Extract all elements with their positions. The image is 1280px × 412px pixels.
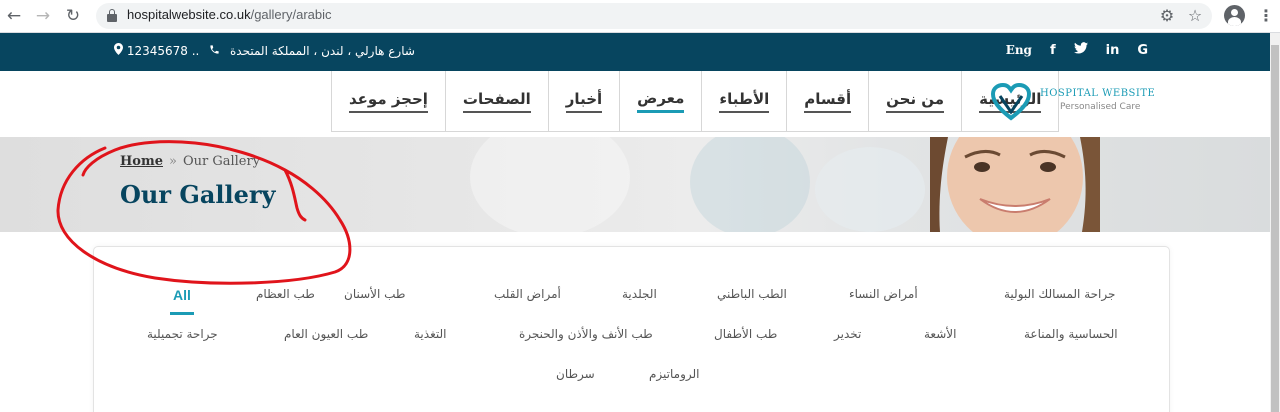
filter-tab[interactable]: سرطان	[556, 367, 595, 381]
lock-icon[interactable]	[107, 9, 117, 22]
filter-tab[interactable]: طب الأسنان	[344, 287, 405, 301]
address-text: شارع هارلي ، لندن ، المملكة المتحدة	[230, 44, 415, 58]
linkedin-icon[interactable]: in	[1106, 43, 1120, 58]
web-page: شارع هارلي ، لندن ، المملكة المتحدة 1234…	[0, 33, 1270, 412]
browser-menu-icon[interactable]: ⋮	[1255, 5, 1277, 27]
phone-number[interactable]: 12345678 ..	[127, 44, 200, 58]
menu-item-pages[interactable]: الصفحات	[444, 71, 548, 132]
contact-info: شارع هارلي ، لندن ، المملكة المتحدة 1234…	[108, 43, 415, 58]
menu-item-label: أقسام	[804, 90, 852, 113]
filter-tab[interactable]: طب الأنف والأذن والحنجرة	[519, 327, 653, 341]
filter-tab[interactable]: طب العظام	[256, 287, 315, 301]
menu-item-label: من نحن	[886, 90, 945, 113]
filter-tab[interactable]: أمراض القلب	[494, 287, 561, 301]
filter-tab[interactable]: طب العيون العام	[284, 327, 368, 341]
red-circle-annotation	[56, 140, 352, 285]
menu-item-departments[interactable]: أقسام	[786, 71, 869, 132]
topbar-right: Eng f in G	[1006, 42, 1148, 58]
menu-item-label: الصفحات	[462, 90, 531, 113]
language-switch[interactable]: Eng	[1006, 43, 1032, 57]
filter-tab[interactable]: جراحة المسالك البولية	[1004, 287, 1115, 301]
scrollbar-thumb[interactable]	[1271, 45, 1279, 412]
back-icon[interactable]: ←	[3, 5, 25, 27]
banner-photo-blur	[470, 137, 630, 232]
menu-item-label: إحجز موعد	[349, 90, 428, 113]
address-bar[interactable]: hospitalwebsite.co.uk/gallery/arabic ⚙ ☆	[96, 3, 1212, 29]
filter-tab[interactable]: الجلدية	[622, 287, 657, 301]
banner-photo-blur	[815, 147, 925, 232]
map-pin-icon	[114, 43, 123, 58]
banner-photo-blur	[690, 137, 810, 232]
menu-item-news[interactable]: أخبار	[547, 71, 620, 132]
logo-tagline: Personalised Care	[1060, 102, 1141, 112]
url-path: /gallery/arabic	[250, 7, 332, 22]
filter-tab[interactable]: الحساسية والمناعة	[1024, 327, 1118, 341]
doctor-portrait-image	[930, 137, 1100, 232]
facebook-icon[interactable]: f	[1050, 43, 1056, 58]
menu-item-label: أخبار	[565, 90, 603, 113]
filter-tab[interactable]: جراحة تجميلية	[147, 327, 218, 341]
heart-logo-icon	[990, 82, 1032, 121]
site-header: الرئيسية من نحن أقسام الأطباء معرض أخبار…	[0, 71, 1270, 137]
menu-item-gallery[interactable]: معرض	[619, 71, 702, 132]
menu-item-doctors[interactable]: الأطباء	[701, 71, 787, 132]
menu-item-about[interactable]: من نحن	[868, 71, 962, 132]
filter-tab[interactable]: طب الأطفال	[714, 327, 777, 341]
filter-tab[interactable]: التغذية	[414, 327, 446, 341]
url-host: hospitalwebsite.co.uk	[127, 7, 251, 22]
twitter-icon[interactable]	[1073, 42, 1088, 58]
reload-icon[interactable]: ↻	[62, 5, 84, 27]
google-icon[interactable]: G	[1137, 43, 1148, 58]
page-scrollbar[interactable]	[1270, 33, 1280, 412]
site-logo[interactable]: HOSPITAL WEBSITE Personalised Care	[990, 82, 1160, 126]
menu-item-book-appointment[interactable]: إحجز موعد	[331, 71, 445, 132]
top-info-bar: شارع هارلي ، لندن ، المملكة المتحدة 1234…	[0, 33, 1270, 71]
browser-toolbar: ← → ↻ hospitalwebsite.co.uk/gallery/arab…	[0, 0, 1280, 33]
forward-icon[interactable]: →	[32, 5, 54, 27]
url-text[interactable]: hospitalwebsite.co.uk/gallery/arabic	[127, 7, 332, 22]
menu-item-label: الأطباء	[719, 90, 770, 113]
profile-avatar-icon[interactable]	[1224, 5, 1245, 26]
bookmark-star-icon[interactable]: ☆	[1184, 5, 1206, 27]
logo-brand: HOSPITAL WEBSITE	[1040, 88, 1156, 99]
phone-icon	[205, 44, 220, 58]
main-menu: الرئيسية من نحن أقسام الأطباء معرض أخبار…	[331, 71, 1060, 132]
filter-tab-all[interactable]: All	[170, 287, 194, 315]
filter-tab[interactable]: الأشعة	[924, 327, 956, 341]
filter-tab[interactable]: الروماتيزم	[649, 367, 700, 381]
filter-tab[interactable]: تخدير	[834, 327, 861, 341]
filter-tab[interactable]: أمراض النساء	[849, 287, 918, 301]
extension-icon[interactable]: ⚙	[1156, 5, 1178, 27]
filter-tab[interactable]: الطب الباطني	[717, 287, 787, 301]
menu-item-label: معرض	[637, 89, 685, 113]
